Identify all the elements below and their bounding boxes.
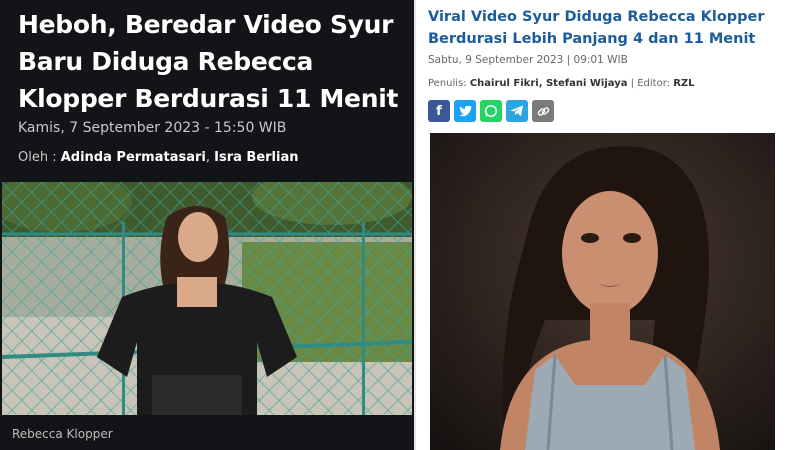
right-article-panel: Viral Video Syur Diduga Rebecca Klopper … — [416, 0, 800, 450]
share-buttons: f — [428, 100, 554, 122]
writer-label: Penulis: — [428, 78, 467, 89]
left-article-title[interactable]: Heboh, Beredar Video Syur Baru Diduga Re… — [18, 6, 408, 117]
photo-caption: Rebecca Klopper — [12, 427, 113, 441]
telegram-icon[interactable] — [506, 100, 528, 122]
right-article-photo — [430, 133, 775, 450]
left-article-panel: Heboh, Beredar Video Syur Baru Diduga Re… — [0, 0, 414, 450]
author-link[interactable]: Adinda Permatasari — [61, 150, 206, 165]
writers-link[interactable]: Chairul Fikri, Stefani Wijaya — [470, 78, 628, 89]
right-article-title[interactable]: Viral Video Syur Diduga Rebecca Klopper … — [428, 6, 788, 50]
twitter-icon[interactable] — [454, 100, 476, 122]
left-article-date: Kamis, 7 September 2023 - 15:50 WIB — [18, 120, 287, 136]
editor-label: | Editor: — [630, 78, 670, 89]
left-article-photo — [2, 182, 412, 415]
facebook-icon[interactable]: f — [428, 100, 450, 122]
whatsapp-icon[interactable] — [480, 100, 502, 122]
left-article-byline: Oleh : Adinda Permatasari, Isra Berlian — [18, 150, 299, 165]
link-icon[interactable] — [532, 100, 554, 122]
editor-link[interactable]: RZL — [673, 78, 694, 89]
right-article-date: Sabtu, 9 September 2023 | 09:01 WIB — [428, 54, 628, 66]
byline-prefix: Oleh : — [18, 150, 57, 165]
author-link[interactable]: Isra Berlian — [214, 150, 298, 165]
right-article-byline: Penulis: Chairul Fikri, Stefani Wijaya |… — [428, 78, 695, 89]
